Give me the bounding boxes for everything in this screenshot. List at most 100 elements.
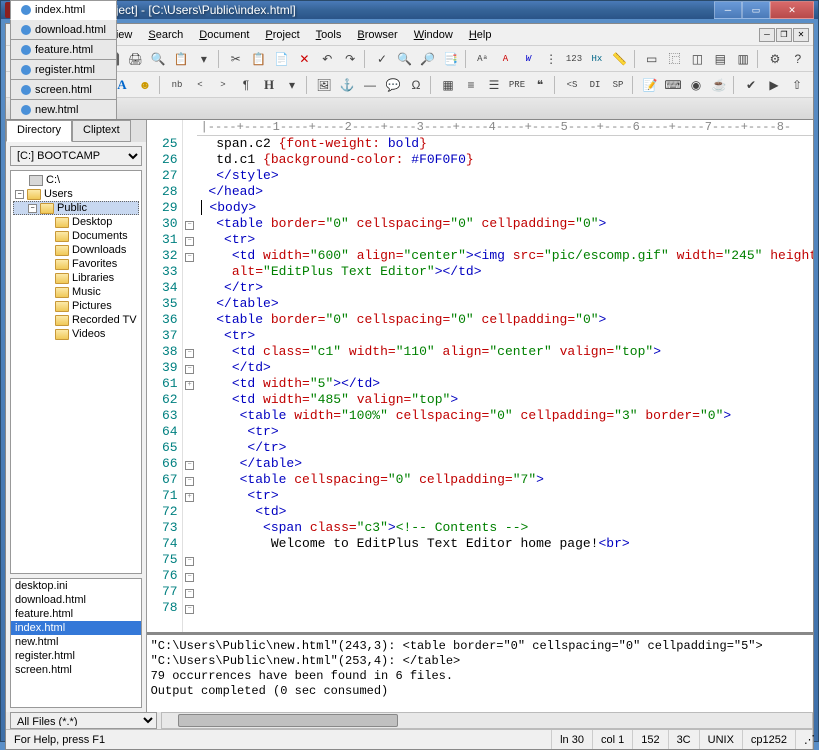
form-button[interactable]: 📝 bbox=[639, 74, 661, 96]
tree-expander-icon[interactable]: − bbox=[28, 204, 37, 213]
project-button[interactable]: 📋 bbox=[170, 48, 192, 70]
mdi-minimize-button[interactable]: ─ bbox=[759, 28, 775, 42]
find-files-button[interactable]: 📑 bbox=[440, 48, 462, 70]
tile-v-button[interactable]: ◫ bbox=[686, 48, 708, 70]
tree-item[interactable]: Libraries bbox=[13, 271, 139, 285]
tree-item[interactable]: Music bbox=[13, 285, 139, 299]
validate-button[interactable]: ✔ bbox=[740, 74, 762, 96]
horizontal-scrollbar[interactable] bbox=[161, 712, 813, 729]
tab-index-html[interactable]: index.html bbox=[10, 0, 117, 20]
applet-button[interactable]: ☕ bbox=[708, 74, 730, 96]
file-item[interactable]: register.html bbox=[11, 649, 141, 663]
tree-item[interactable]: Pictures bbox=[13, 299, 139, 313]
fold-toggle-icon[interactable]: − bbox=[185, 589, 194, 598]
para-button[interactable]: ¶ bbox=[235, 74, 257, 96]
pre-button[interactable]: PRE bbox=[506, 74, 528, 96]
print-button[interactable]: 🖨 bbox=[124, 48, 146, 70]
spell-button[interactable]: ✓ bbox=[371, 48, 393, 70]
settings-button[interactable]: ⚙ bbox=[764, 48, 786, 70]
heading-dropdown-button[interactable]: ▾ bbox=[281, 74, 303, 96]
tree-item[interactable]: Videos bbox=[13, 327, 139, 341]
menu-help[interactable]: Help bbox=[461, 27, 500, 43]
redo-button[interactable]: ↷ bbox=[339, 48, 361, 70]
nbsp-button[interactable]: nb bbox=[166, 74, 188, 96]
lt-button[interactable]: < bbox=[189, 74, 211, 96]
tab-new-html[interactable]: new.html bbox=[10, 99, 117, 119]
file-item[interactable]: index.html bbox=[11, 621, 141, 635]
fold-toggle-icon[interactable]: − bbox=[185, 573, 194, 582]
file-list[interactable]: desktop.inidownload.htmlfeature.htmlinde… bbox=[10, 578, 142, 708]
preview-button[interactable]: 🔍 bbox=[147, 48, 169, 70]
fold-toggle-icon[interactable]: − bbox=[185, 349, 194, 358]
folder-tree[interactable]: C:\−Users−PublicDesktopDocumentsDownload… bbox=[10, 170, 142, 574]
mdi-close-button[interactable]: ✕ bbox=[793, 28, 809, 42]
emoji-button[interactable]: ☻ bbox=[134, 74, 156, 96]
replace-button[interactable]: 🔎 bbox=[417, 48, 439, 70]
tree-item[interactable]: C:\ bbox=[13, 173, 139, 187]
fold-toggle-icon[interactable]: − bbox=[185, 461, 194, 470]
span-button[interactable]: SP bbox=[607, 74, 629, 96]
file-filter-select[interactable]: All Files (*.*) bbox=[10, 712, 157, 729]
image-button[interactable]: 🖼 bbox=[313, 74, 335, 96]
maximize-button[interactable]: ▭ bbox=[742, 1, 770, 19]
div-button[interactable]: DI bbox=[584, 74, 606, 96]
drive-select[interactable]: [C:] BOOTCAMP bbox=[10, 146, 142, 166]
search-button[interactable]: 🔍 bbox=[394, 48, 416, 70]
font-small-button[interactable]: Aᵃ bbox=[472, 48, 494, 70]
fold-gutter[interactable]: −−− −−+ −−+ −−−− bbox=[183, 120, 197, 632]
blockquote-button[interactable]: ❝ bbox=[529, 74, 551, 96]
fold-toggle-icon[interactable]: − bbox=[185, 477, 194, 486]
run-button[interactable]: ▶ bbox=[763, 74, 785, 96]
paste-button[interactable]: 📄 bbox=[271, 48, 293, 70]
output-panel[interactable]: "C:\Users\Public\new.html"(243,3): <tabl… bbox=[147, 632, 813, 712]
center-button[interactable]: ≡ bbox=[460, 74, 482, 96]
char-button[interactable]: Ω bbox=[405, 74, 427, 96]
fold-toggle-icon[interactable]: + bbox=[185, 493, 194, 502]
sidebar-tab-directory[interactable]: Directory bbox=[6, 120, 72, 142]
sidebar-tab-cliptext[interactable]: Cliptext bbox=[72, 120, 131, 142]
font-color-button[interactable]: A bbox=[494, 48, 516, 70]
code-editor[interactable]: 2526272829303132333435363738396162636465… bbox=[147, 120, 813, 632]
mdi-restore-button[interactable]: ❐ bbox=[776, 28, 792, 42]
object-button[interactable]: ◉ bbox=[685, 74, 707, 96]
close-button[interactable]: ✕ bbox=[770, 1, 814, 19]
file-item[interactable]: screen.html bbox=[11, 663, 141, 677]
list-button[interactable]: ☰ bbox=[483, 74, 505, 96]
hscrollbar-thumb[interactable] bbox=[178, 714, 398, 727]
browser-button[interactable]: ▭ bbox=[641, 48, 663, 70]
menu-document[interactable]: Document bbox=[191, 27, 257, 43]
hex-button[interactable]: Hx bbox=[586, 48, 608, 70]
titlebar[interactable]: EditPlus [My Project] - [C:\Users\Public… bbox=[1, 1, 818, 19]
fold-toggle-icon[interactable]: − bbox=[185, 221, 194, 230]
directory-button[interactable]: ▤ bbox=[709, 48, 731, 70]
cut-button[interactable]: ✂ bbox=[225, 48, 247, 70]
fold-toggle-icon[interactable]: − bbox=[185, 253, 194, 262]
fold-toggle-icon[interactable]: − bbox=[185, 557, 194, 566]
fold-toggle-icon[interactable]: − bbox=[185, 605, 194, 614]
project-dropdown-button[interactable]: ▾ bbox=[193, 48, 215, 70]
tab-download-html[interactable]: download.html bbox=[10, 19, 117, 39]
copy-button[interactable]: 📋 bbox=[248, 48, 270, 70]
delete-button[interactable]: ✕ bbox=[293, 48, 315, 70]
link-button[interactable]: ⚓ bbox=[336, 74, 358, 96]
upload-button[interactable]: ⇧ bbox=[786, 74, 808, 96]
tree-item[interactable]: Favorites bbox=[13, 257, 139, 271]
menu-project[interactable]: Project bbox=[257, 27, 307, 43]
linenum-button[interactable]: 123 bbox=[563, 48, 585, 70]
wordwrap-button[interactable]: W bbox=[517, 48, 539, 70]
menu-tools[interactable]: Tools bbox=[308, 27, 350, 43]
tile-h-button[interactable]: ⿸ bbox=[664, 48, 686, 70]
comment-button[interactable]: 💬 bbox=[382, 74, 404, 96]
ruler-button[interactable]: 📏 bbox=[609, 48, 631, 70]
tab-screen-html[interactable]: screen.html bbox=[10, 79, 117, 99]
undo-button[interactable]: ↶ bbox=[316, 48, 338, 70]
tree-item[interactable]: −Public bbox=[13, 201, 139, 215]
tab-feature-html[interactable]: feature.html bbox=[10, 39, 117, 59]
tab-register-html[interactable]: register.html bbox=[10, 59, 117, 79]
fold-toggle-icon[interactable]: + bbox=[185, 381, 194, 390]
input-button[interactable]: ⌨ bbox=[662, 74, 684, 96]
file-item[interactable]: download.html bbox=[11, 593, 141, 607]
file-item[interactable]: desktop.ini bbox=[11, 579, 141, 593]
menu-window[interactable]: Window bbox=[406, 27, 461, 43]
output-button[interactable]: ▥ bbox=[732, 48, 754, 70]
